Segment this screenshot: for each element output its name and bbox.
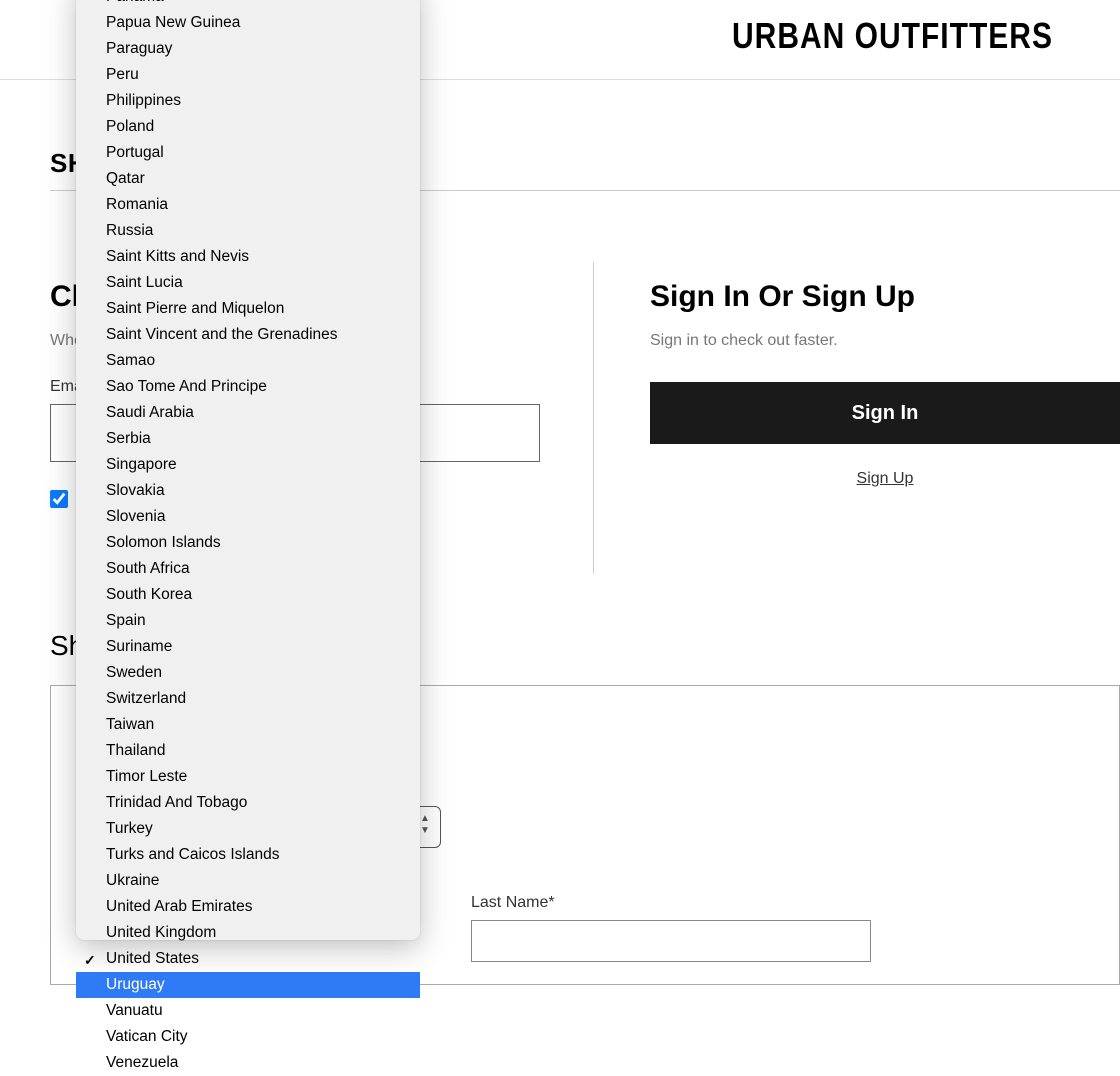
country-option[interactable]: Turks and Caicos Islands	[76, 842, 420, 868]
country-option-label: Vanuatu	[106, 1002, 163, 1019]
country-option-label: Turks and Caicos Islands	[106, 846, 279, 863]
country-option[interactable]: Romania	[76, 192, 420, 218]
country-option-label: Paraguay	[106, 40, 172, 57]
country-option-label: Philippines	[106, 92, 181, 109]
country-option[interactable]: Thailand	[76, 738, 420, 764]
country-option[interactable]: Ukraine	[76, 868, 420, 894]
country-option-label: Uruguay	[106, 976, 165, 993]
country-option[interactable]: Venezuela	[76, 1050, 420, 1076]
country-option[interactable]: Peru	[76, 62, 420, 88]
country-option-label: Vatican City	[106, 1028, 188, 1045]
country-option-label: Portugal	[106, 144, 164, 161]
country-option-label: Thailand	[106, 742, 165, 759]
newsletter-checkbox[interactable]	[50, 490, 68, 508]
country-option-label: United Kingdom	[106, 924, 216, 941]
country-option-label: Russia	[106, 222, 153, 239]
country-option-label: Ukraine	[106, 872, 159, 889]
country-option-label: Singapore	[106, 456, 177, 473]
country-option-label: Taiwan	[106, 716, 154, 733]
sign-in-heading: Sign In Or Sign Up	[650, 280, 1120, 314]
sign-up-link[interactable]: Sign Up	[650, 470, 1120, 488]
country-dropdown-popup[interactable]: Panama Papua New Guinea Paraguay Peru Philip…	[76, 0, 420, 940]
country-option[interactable]: Saudi Arabia	[76, 400, 420, 426]
country-option-label: Spain	[106, 612, 146, 629]
country-option[interactable]: Sweden	[76, 660, 420, 686]
country-option[interactable]: Serbia	[76, 426, 420, 452]
country-option[interactable]: Philippines	[76, 88, 420, 114]
brand-logo[interactable]: URBAN OUTFITTERS	[732, 17, 1053, 58]
country-option[interactable]: Panama	[76, 0, 420, 10]
country-option-label: Venezuela	[106, 1054, 178, 1071]
country-option-label: Saint Lucia	[106, 274, 183, 291]
last-name-field[interactable]	[471, 920, 871, 962]
country-option[interactable]: Portugal	[76, 140, 420, 166]
country-option-label: United States	[106, 950, 199, 967]
country-option-label: Serbia	[106, 430, 151, 447]
country-option-label: Slovenia	[106, 508, 165, 525]
country-option-label: Saint Kitts and Nevis	[106, 248, 249, 265]
country-option-label: Sao Tome And Principe	[106, 378, 267, 395]
country-option[interactable]: United Kingdom	[76, 920, 420, 946]
country-option[interactable]: South Korea	[76, 582, 420, 608]
select-stepper-icon: ▲▼	[420, 813, 438, 841]
sign-in-subtitle: Sign in to check out faster.	[650, 332, 1120, 350]
country-option[interactable]: ✓ United States	[76, 946, 420, 972]
country-option-list: Panama Papua New Guinea Paraguay Peru Philip…	[76, 0, 420, 1076]
country-option[interactable]: Russia	[76, 218, 420, 244]
country-option[interactable]: Solomon Islands	[76, 530, 420, 556]
country-option[interactable]: United Arab Emirates	[76, 894, 420, 920]
country-option[interactable]: Uruguay	[76, 972, 420, 998]
country-option[interactable]: Qatar	[76, 166, 420, 192]
country-option-label: Suriname	[106, 638, 172, 655]
country-option[interactable]: Slovakia	[76, 478, 420, 504]
country-option-label: Qatar	[106, 170, 145, 187]
country-option-label: Trinidad And Tobago	[106, 794, 247, 811]
country-option[interactable]: Samao	[76, 348, 420, 374]
country-option[interactable]: Trinidad And Tobago	[76, 790, 420, 816]
country-option-label: Slovakia	[106, 482, 165, 499]
auth-column: Sign In Or Sign Up Sign in to check out …	[650, 280, 1120, 488]
last-name-label: Last Name*	[471, 894, 555, 912]
country-option[interactable]: Saint Lucia	[76, 270, 420, 296]
country-option-label: Panama	[106, 0, 164, 5]
country-option[interactable]: South Africa	[76, 556, 420, 582]
country-option-label: Sweden	[106, 664, 162, 681]
country-option-label: Poland	[106, 118, 154, 135]
country-option-label: South Africa	[106, 560, 190, 577]
country-option[interactable]: Sao Tome And Principe	[76, 374, 420, 400]
country-option-label: Papua New Guinea	[106, 14, 240, 31]
country-option-label: Samao	[106, 352, 155, 369]
country-option[interactable]: Suriname	[76, 634, 420, 660]
country-option[interactable]: Saint Pierre and Miquelon	[76, 296, 420, 322]
country-option[interactable]: Poland	[76, 114, 420, 140]
country-option-label: Saint Pierre and Miquelon	[106, 300, 284, 317]
country-option[interactable]: Papua New Guinea	[76, 10, 420, 36]
country-option-label: Solomon Islands	[106, 534, 221, 551]
sign-in-button[interactable]: Sign In	[650, 382, 1120, 444]
country-option[interactable]: Timor Leste	[76, 764, 420, 790]
country-option[interactable]: Singapore	[76, 452, 420, 478]
country-option-label: Peru	[106, 66, 139, 83]
country-option[interactable]: Turkey	[76, 816, 420, 842]
country-option[interactable]: Vanuatu	[76, 998, 420, 1024]
country-option-label: Saint Vincent and the Grenadines	[106, 326, 338, 343]
country-option-label: Saudi Arabia	[106, 404, 194, 421]
country-option-label: Turkey	[106, 820, 153, 837]
country-option[interactable]: Vatican City	[76, 1024, 420, 1050]
country-option[interactable]: Switzerland	[76, 686, 420, 712]
divider-vertical	[593, 262, 594, 574]
checkmark-icon: ✓	[84, 949, 96, 971]
country-option-label: South Korea	[106, 586, 192, 603]
country-option[interactable]: Taiwan	[76, 712, 420, 738]
country-option[interactable]: Saint Vincent and the Grenadines	[76, 322, 420, 348]
country-option[interactable]: Slovenia	[76, 504, 420, 530]
country-option-label: Switzerland	[106, 690, 186, 707]
country-option[interactable]: Saint Kitts and Nevis	[76, 244, 420, 270]
country-option-label: Timor Leste	[106, 768, 187, 785]
country-option[interactable]: Paraguay	[76, 36, 420, 62]
country-option-label: United Arab Emirates	[106, 898, 252, 915]
country-option-label: Romania	[106, 196, 168, 213]
country-option[interactable]: Spain	[76, 608, 420, 634]
